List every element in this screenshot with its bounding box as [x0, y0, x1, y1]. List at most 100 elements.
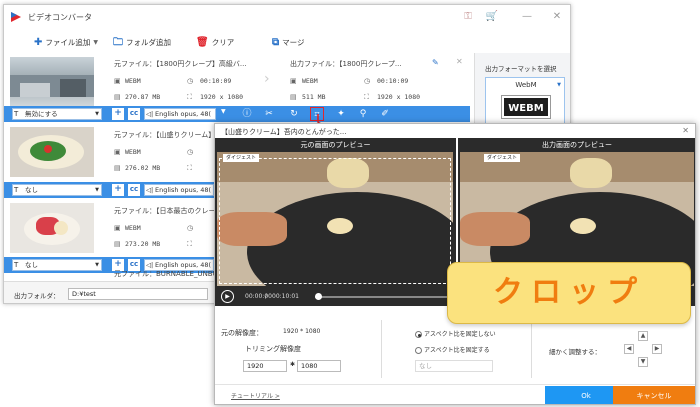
dialog-title: 【山盛りクリーム】吾内のとんがった...: [221, 128, 347, 136]
text-icon: T: [14, 186, 19, 194]
trim-width-value: 1920: [247, 362, 264, 370]
video-stamp: ダイジェスト: [223, 154, 260, 162]
multiply-sign: ✱: [290, 361, 296, 368]
key-icon[interactable]: ⚿: [460, 9, 476, 25]
trash-icon: 🗑: [196, 37, 209, 48]
total-time: 00:10:01: [272, 293, 299, 300]
chevron-down-icon[interactable]: ▼: [557, 82, 561, 88]
trim-width-input[interactable]: 1920: [243, 360, 287, 372]
output-preview-label: 出力画面のプレビュー: [542, 141, 612, 149]
chevron-down-icon: ▼: [95, 187, 99, 193]
add-subtitle-button[interactable]: +: [112, 184, 124, 196]
original-preview: 元の画面のプレビュー ダイジェスト: [215, 138, 456, 288]
clock-icon: ◷: [364, 77, 371, 85]
close-window-button[interactable]: ✕: [549, 9, 565, 25]
chevron-down-icon: ▼: [95, 262, 99, 268]
timeline-handle[interactable]: [315, 293, 322, 300]
aspect-ratio-select[interactable]: なし: [415, 360, 493, 372]
move-right-button[interactable]: ▶: [652, 344, 662, 354]
size-icon: ▤: [114, 93, 121, 101]
cc-icon[interactable]: cc: [128, 108, 140, 120]
move-down-button[interactable]: ▼: [638, 357, 648, 367]
output-folder-value: D:¥test: [72, 290, 96, 298]
trim-height-input[interactable]: 1080: [297, 360, 341, 372]
app-logo-icon: [11, 12, 21, 22]
timeline-track[interactable]: [315, 296, 455, 298]
add-file-button[interactable]: ✚ ファイル追加 ▼: [34, 33, 98, 53]
speaker-icon: ◁|: [146, 110, 154, 118]
aspect-unfixed-radio[interactable]: アスペクト比を固定しない: [415, 329, 496, 338]
subtitle-select[interactable]: T なし ▼: [12, 259, 102, 271]
text-icon: T: [14, 110, 19, 118]
add-folder-button[interactable]: 🗀 フォルダ追加: [113, 33, 171, 53]
format-name: WebM: [515, 81, 537, 89]
rotate-icon[interactable]: ↻: [287, 107, 301, 121]
original-resolution-label: 元の解像度：: [221, 329, 263, 337]
original-resolution-value: 1920 * 1080: [283, 328, 321, 335]
merge-button[interactable]: ⧉ マージ: [272, 33, 305, 53]
plus-icon: ✚: [34, 37, 43, 48]
output-size: 511 MB: [302, 93, 326, 101]
subtitle-value: 無効にする: [25, 110, 58, 118]
minimize-button[interactable]: —: [519, 9, 535, 25]
clear-label: クリア: [211, 38, 235, 47]
output-folder-label: 出力フォルダ：: [14, 292, 60, 300]
size-icon: ▤: [290, 93, 297, 101]
output-format-label: 出力フォーマットを選択: [485, 65, 557, 73]
aspect-unfixed-label: アスペクト比を固定しない: [424, 331, 496, 338]
cart-icon[interactable]: 🛒: [484, 9, 500, 25]
video-thumbnail: [10, 203, 94, 253]
move-left-button[interactable]: ◀: [624, 344, 634, 354]
chevron-down-icon[interactable]: ▼: [221, 108, 226, 115]
clock-icon: ◷: [187, 148, 194, 156]
aspect-fixed-label: アスペクト比を固定する: [424, 347, 490, 354]
clear-button[interactable]: 🗑 クリア: [196, 33, 234, 53]
aspect-ratio-value: なし: [419, 362, 432, 370]
divider: [381, 320, 382, 378]
close-icon[interactable]: ✕: [682, 126, 689, 135]
fine-adjust-label: 細かく調整する：: [549, 348, 601, 356]
edit-pencil-icon[interactable]: ✎: [432, 58, 439, 67]
source-size: 273.20 MB: [125, 240, 161, 248]
play-icon[interactable]: ▶: [221, 290, 234, 303]
crop-frame[interactable]: [219, 158, 451, 284]
output-format: WEBM: [302, 77, 318, 85]
time-separator: /: [265, 293, 268, 300]
cc-icon[interactable]: cc: [128, 184, 140, 196]
output-folder-input[interactable]: D:¥test: [68, 288, 208, 300]
merge-icon: ⧉: [272, 37, 280, 48]
chevron-down-icon: ▼: [95, 111, 99, 117]
divider: [531, 320, 532, 378]
cancel-button[interactable]: キャンセル: [613, 386, 695, 404]
crop-caption-overlay: クロップ: [447, 262, 691, 324]
trim-height-value: 1080: [301, 362, 318, 370]
output-resolution: 1920 x 1080: [377, 93, 421, 101]
add-subtitle-button[interactable]: +: [112, 108, 124, 120]
size-icon: ▤: [114, 164, 121, 172]
audio-value: English opus, 48(: [155, 186, 212, 194]
subtitle-select[interactable]: T なし ▼: [12, 184, 102, 196]
audio-value: English opus, 48(: [155, 110, 212, 118]
aspect-fixed-radio[interactable]: アスペクト比を固定する: [415, 345, 490, 354]
source-duration: 00:10:09: [200, 77, 232, 85]
close-icon[interactable]: ✕: [456, 57, 463, 66]
format-icon: ▣: [114, 148, 121, 156]
info-icon[interactable]: ⓘ: [240, 107, 254, 121]
audio-select[interactable]: ◁| English opus, 48(: [144, 184, 214, 196]
chevron-down-icon[interactable]: ▼: [93, 33, 98, 53]
trim-resolution-label: トリミング解像度: [245, 345, 301, 353]
toolbar: ✚ ファイル追加 ▼ 🗀 フォルダ追加 🗑 クリア ⧉ マージ: [4, 33, 570, 53]
folder-icon: 🗀: [113, 37, 123, 48]
source-file-name: 元ファイル：【日本最古のクレー: [114, 207, 216, 215]
audio-select[interactable]: ◁| English opus, 48(: [144, 108, 216, 120]
clock-icon: ◷: [187, 77, 194, 85]
app-title: ビデオコンバータ: [28, 13, 92, 22]
subtitle-value: なし: [25, 186, 38, 194]
subtitle-select[interactable]: T 無効にする ▼: [12, 108, 102, 120]
merge-label: マージ: [282, 38, 305, 47]
source-resolution: 1920 x 1080: [200, 93, 244, 101]
radio-selected-icon: [415, 331, 422, 338]
tutorial-link[interactable]: チュートリアル >: [231, 391, 280, 400]
scissors-icon[interactable]: ✂: [262, 107, 276, 121]
move-up-button[interactable]: ▲: [638, 331, 648, 341]
